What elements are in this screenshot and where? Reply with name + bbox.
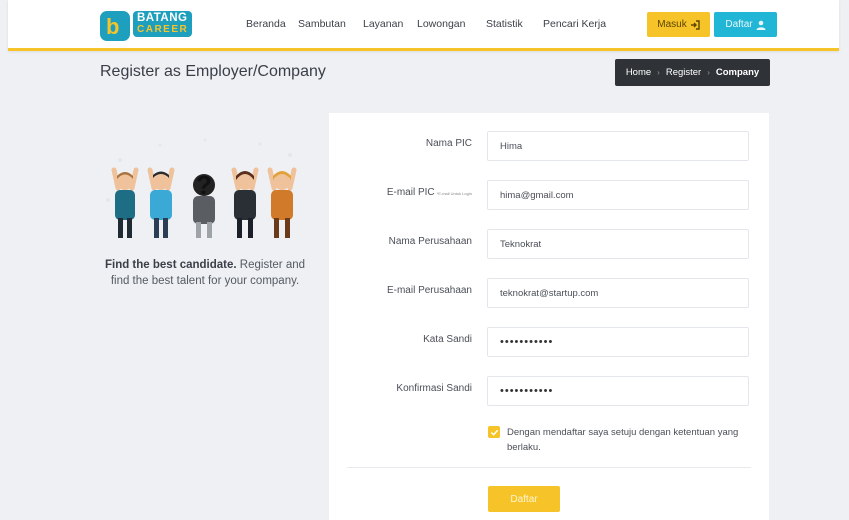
password-input[interactable]: ••••••••••• — [487, 327, 749, 357]
top-navbar: b BATANG CAREER Beranda Sambutan Layanan… — [8, 0, 839, 51]
nama-perusahaan-input[interactable]: Teknokrat — [487, 229, 749, 259]
submit-button[interactable]: Daftar — [488, 486, 560, 512]
email-pic-input[interactable]: hima@gmail.com — [487, 180, 749, 210]
breadcrumb-separator: › — [707, 68, 710, 77]
nav-item-layanan[interactable]: Layanan — [363, 18, 403, 30]
breadcrumb: Home › Register › Company — [615, 59, 770, 86]
logo-mark: b — [100, 11, 130, 41]
label-nama-perusahaan: Nama Perusahaan — [388, 236, 472, 247]
breadcrumb-home[interactable]: Home — [626, 67, 651, 78]
candidates-illustration: ? — [106, 138, 297, 238]
nav-item-lowongan[interactable]: Lowongan — [417, 18, 465, 30]
agreement-text: Dengan mendaftar saya setuju dengan kete… — [507, 427, 739, 453]
user-icon — [756, 20, 766, 30]
logo-wordmark: BATANG CAREER — [133, 11, 193, 37]
email-pic-note: *E-mail Untuk Login — [436, 191, 472, 196]
nav-item-pencari-kerja[interactable]: Pencari Kerja — [543, 18, 606, 30]
agreement-checkbox[interactable] — [488, 426, 500, 438]
login-button[interactable]: Masuk — [647, 12, 710, 37]
label-konfirmasi-sandi: Konfirmasi Sandi — [396, 383, 472, 394]
promo-text: Find the best candidate. Register and fi… — [100, 257, 310, 289]
svg-text:?: ? — [196, 170, 212, 200]
logo-line-1: BATANG — [137, 12, 188, 24]
nav-item-beranda[interactable]: Beranda — [246, 18, 286, 30]
nav-item-sambutan[interactable]: Sambutan — [298, 18, 346, 30]
label-email-pic: E-mail PIC *E-mail Untuk Login — [386, 187, 472, 198]
breadcrumb-register[interactable]: Register — [666, 67, 701, 78]
logo-line-2: CAREER — [137, 24, 189, 35]
register-button-label: Daftar — [725, 19, 753, 30]
check-icon — [490, 429, 498, 436]
divider — [347, 467, 751, 468]
nama-pic-input[interactable]: Hima — [487, 131, 749, 161]
confirm-password-input[interactable]: ••••••••••• — [487, 376, 749, 406]
page-title: Register as Employer/Company — [100, 63, 326, 80]
registration-form: Nama PIC Hima E-mail PIC *E-mail Untuk Lo… — [329, 113, 769, 520]
label-nama-pic: Nama PIC — [425, 138, 472, 149]
login-button-label: Masuk — [657, 19, 687, 30]
breadcrumb-current: Company — [715, 67, 760, 78]
label-kata-sandi: Kata Sandi — [423, 334, 472, 345]
breadcrumb-separator: › — [657, 68, 660, 77]
label-email-perusahaan: E-mail Perusahaan — [386, 285, 472, 296]
promo-bold: Find the best candidate. — [104, 259, 237, 271]
register-button[interactable]: Daftar — [714, 12, 777, 37]
sign-in-icon — [690, 19, 700, 30]
email-perusahaan-input[interactable]: teknokrat@startup.com — [487, 278, 749, 308]
nav-item-statistik[interactable]: Statistik — [486, 18, 523, 30]
brand-logo[interactable]: b BATANG CAREER — [100, 11, 193, 41]
